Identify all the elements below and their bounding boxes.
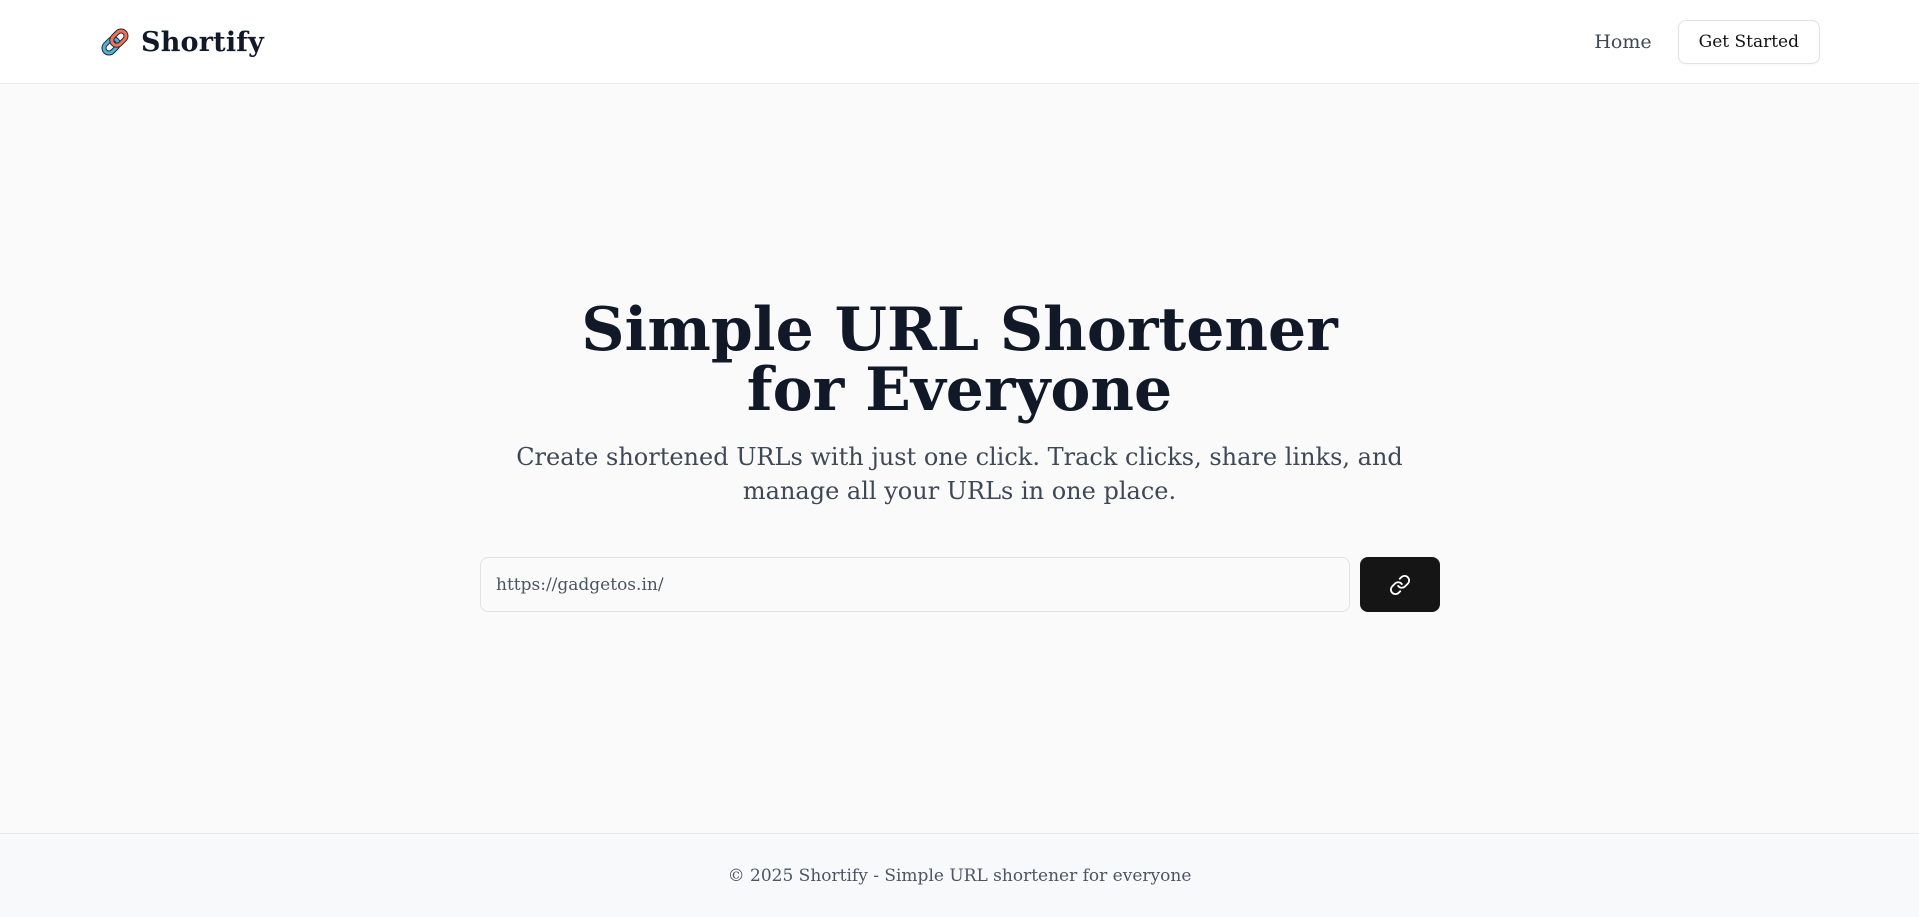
- main-nav: Home Get Started: [1594, 20, 1820, 64]
- url-input[interactable]: [480, 557, 1350, 612]
- shorten-url-form: [480, 557, 1440, 612]
- get-started-button[interactable]: Get Started: [1677, 20, 1820, 64]
- top-navbar: Shortify Home Get Started: [0, 0, 1919, 84]
- shorten-button[interactable]: [1360, 557, 1440, 612]
- nav-home-link[interactable]: Home: [1594, 31, 1651, 53]
- page-footer: © 2025 Shortify - Simple URL shortener f…: [0, 833, 1919, 917]
- brand-name: Shortify: [141, 26, 264, 58]
- hero-title: Simple URL Shortener for Everyone: [0, 300, 1919, 420]
- hero-section: Simple URL Shortener for Everyone Create…: [0, 300, 1919, 508]
- link-icon: [1389, 574, 1411, 596]
- footer-copyright: © 2025 Shortify - Simple URL shortener f…: [727, 865, 1192, 886]
- brand-logo-link[interactable]: Shortify: [99, 24, 264, 60]
- link-icon: [99, 26, 131, 58]
- hero-title-line-2: for Everyone: [746, 355, 1173, 425]
- hero-subtitle: Create shortened URLs with just one clic…: [516, 443, 1403, 505]
